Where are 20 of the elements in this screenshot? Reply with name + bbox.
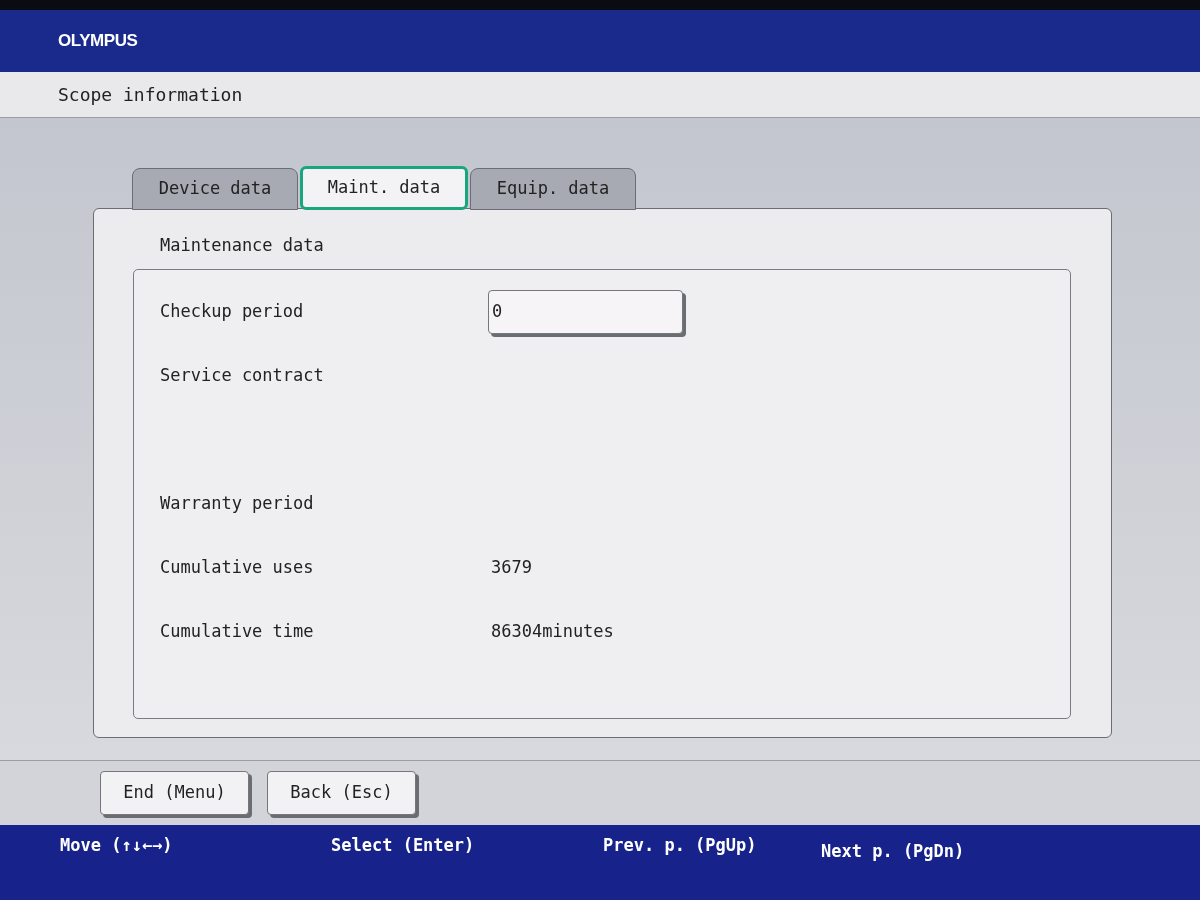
section-title: Maintenance data [160,234,325,257]
field-value: 3679 [491,556,532,580]
key-hint: Next p. (PgDn) [821,841,965,861]
window-title: Scope information [58,83,243,107]
input-field[interactable]: 0 [488,290,683,334]
tab[interactable]: Device data [132,168,298,210]
key-hint: Prev. p. (PgUp) [603,835,757,855]
field-value: 86304minutes [491,620,614,644]
field-label: Checkup period [160,300,305,324]
field-label: Warranty period [160,492,315,516]
tab[interactable]: Maint. data [300,166,468,210]
menu-button[interactable]: End (Menu) [100,771,249,815]
key-hint: Move (↑↓←→) [60,835,173,855]
tab[interactable]: Equip. data [470,168,636,210]
menu-button[interactable]: Back (Esc) [267,771,416,815]
field-label: Cumulative uses [160,556,315,580]
field-label: Service contract [160,364,325,388]
field-label: Cumulative time [160,620,315,644]
key-hint: Select (Enter) [331,835,475,855]
brand-logo: OLYMPUS [58,30,138,53]
